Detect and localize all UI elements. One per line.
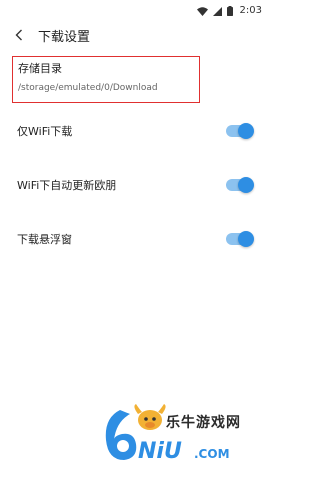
watermark-logo-graphic: NiU .COM <box>105 404 230 464</box>
svg-text:NiU: NiU <box>138 439 182 464</box>
setting-row-download-float-window[interactable]: 下载悬浮窗 <box>0 225 270 253</box>
storage-directory-title: 存储目录 <box>18 62 62 75</box>
toggle-knob <box>238 177 254 193</box>
toggle-knob <box>238 231 254 247</box>
storage-directory-item[interactable]: 存储目录 /storage/emulated/0/Download <box>12 56 200 103</box>
storage-directory-path: /storage/emulated/0/Download <box>18 83 158 93</box>
signal-icon <box>212 1 222 20</box>
toggle-knob <box>238 123 254 139</box>
setting-label: 下载悬浮窗 <box>17 233 72 246</box>
wifi-only-download-toggle[interactable] <box>226 123 254 139</box>
page-title: 下载设置 <box>38 29 91 45</box>
battery-icon <box>226 1 233 20</box>
auto-update-toggle[interactable] <box>226 177 254 193</box>
setting-row-wifi-only-download[interactable]: 仅WiFi下载 <box>0 117 270 145</box>
watermark-logo: NiU .COM 乐牛游戏网 <box>100 400 260 470</box>
status-time: 2:03 <box>239 4 262 16</box>
setting-label: 仅WiFi下载 <box>17 125 73 138</box>
status-bar: 2:03 <box>0 0 270 20</box>
download-float-window-toggle[interactable] <box>226 231 254 247</box>
app-bar: 下载设置 <box>0 20 270 50</box>
setting-label: WiFi下自动更新欧朋 <box>17 179 117 192</box>
back-button[interactable] <box>4 20 34 50</box>
chevron-left-icon <box>15 26 23 45</box>
wifi-icon <box>196 1 208 20</box>
setting-row-auto-update[interactable]: WiFi下自动更新欧朋 <box>0 171 270 199</box>
watermark-domain: .COM <box>194 447 230 461</box>
watermark-site-name: 乐牛游戏网 <box>166 415 241 431</box>
